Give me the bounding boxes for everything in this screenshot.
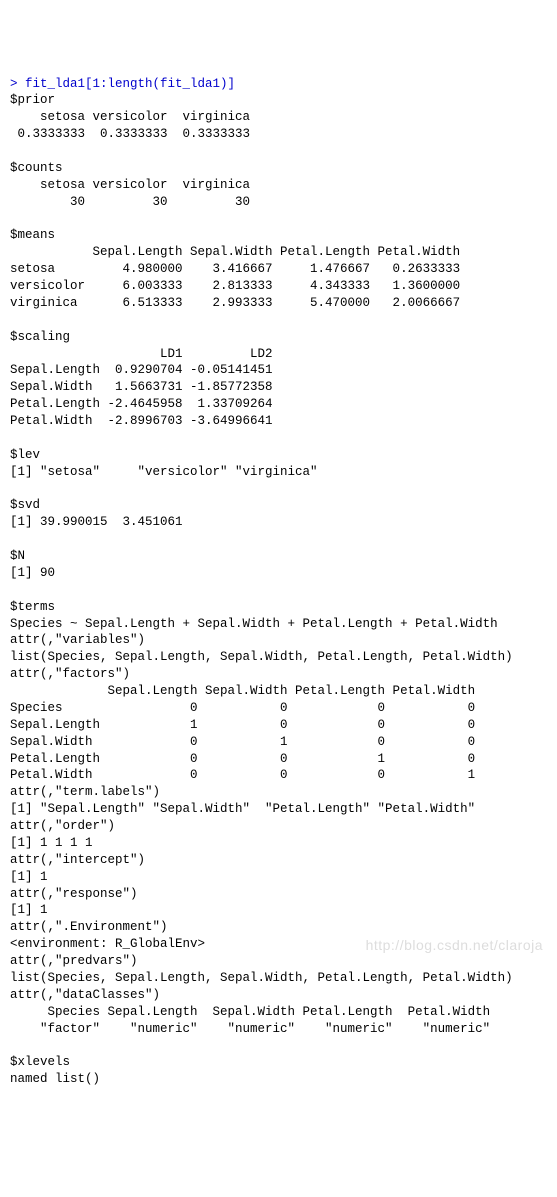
counts-cols: setosa versicolor virginica [10, 178, 250, 192]
terms-response-vals: [1] 1 [10, 903, 48, 917]
counts-header: $counts [10, 161, 63, 175]
terms-attr-variables: attr(,"variables") [10, 633, 145, 647]
scaling-row-sepal-length: Sepal.Length 0.9290704 -0.05141451 [10, 363, 273, 377]
n-vals: [1] 90 [10, 566, 55, 580]
r-command: > fit_lda1[1:length(fit_lda1)] [10, 77, 235, 91]
terms-factors-row-species: Species 0 0 0 0 [10, 701, 475, 715]
terms-environment-vals: <environment: R_GlobalEnv> [10, 937, 205, 951]
svd-header: $svd [10, 498, 40, 512]
terms-variables-list: list(Species, Sepal.Length, Sepal.Width,… [10, 650, 513, 664]
n-header: $N [10, 549, 25, 563]
terms-factors-row-sepal-length: Sepal.Length 1 0 0 0 [10, 718, 475, 732]
terms-attr-dataclasses: attr(,"dataClasses") [10, 988, 160, 1002]
scaling-row-sepal-width: Sepal.Width 1.5663731 -1.85772358 [10, 380, 273, 394]
watermark-text: http://blog.csdn.net/claroja [366, 936, 543, 955]
terms-intercept-vals: [1] 1 [10, 870, 48, 884]
terms-attr-order: attr(,"order") [10, 819, 115, 833]
terms-attr-intercept: attr(,"intercept") [10, 853, 145, 867]
terms-dataclasses-cols: Species Sepal.Length Sepal.Width Petal.L… [10, 1005, 490, 1019]
lev-header: $lev [10, 448, 40, 462]
xlevels-header: $xlevels [10, 1055, 70, 1069]
means-cols: Sepal.Length Sepal.Width Petal.Length Pe… [10, 245, 460, 259]
terms-factors-row-petal-length: Petal.Length 0 0 1 0 [10, 752, 475, 766]
terms-dataclasses-vals: "factor" "numeric" "numeric" "numeric" "… [10, 1022, 490, 1036]
means-row-versicolor: versicolor 6.003333 2.813333 4.343333 1.… [10, 279, 460, 293]
terms-factors-row-petal-width: Petal.Width 0 0 0 1 [10, 768, 475, 782]
terms-attr-environment: attr(,".Environment") [10, 920, 168, 934]
terms-order-vals: [1] 1 1 1 1 [10, 836, 93, 850]
terms-attr-factors: attr(,"factors") [10, 667, 130, 681]
terms-factors-row-sepal-width: Sepal.Width 0 1 0 0 [10, 735, 475, 749]
terms-attr-termlabels: attr(,"term.labels") [10, 785, 160, 799]
terms-attr-response: attr(,"response") [10, 887, 138, 901]
terms-factors-cols: Sepal.Length Sepal.Width Petal.Length Pe… [10, 684, 475, 698]
scaling-row-petal-length: Petal.Length -2.4645958 1.33709264 [10, 397, 273, 411]
terms-header: $terms [10, 600, 55, 614]
prior-vals: 0.3333333 0.3333333 0.3333333 [10, 127, 250, 141]
scaling-header: $scaling [10, 330, 70, 344]
terms-attr-predvars: attr(,"predvars") [10, 954, 138, 968]
scaling-row-petal-width: Petal.Width -2.8996703 -3.64996641 [10, 414, 273, 428]
means-row-setosa: setosa 4.980000 3.416667 1.476667 0.2633… [10, 262, 460, 276]
terms-formula: Species ~ Sepal.Length + Sepal.Width + P… [10, 617, 498, 631]
scaling-cols: LD1 LD2 [10, 347, 273, 361]
prior-cols: setosa versicolor virginica [10, 110, 250, 124]
lev-vals: [1] "setosa" "versicolor" "virginica" [10, 465, 318, 479]
terms-predvars-list: list(Species, Sepal.Length, Sepal.Width,… [10, 971, 513, 985]
svd-vals: [1] 39.990015 3.451061 [10, 515, 183, 529]
counts-vals: 30 30 30 [10, 195, 250, 209]
prior-header: $prior [10, 93, 55, 107]
terms-termlabels-vals: [1] "Sepal.Length" "Sepal.Width" "Petal.… [10, 802, 475, 816]
means-header: $means [10, 228, 55, 242]
means-row-virginica: virginica 6.513333 2.993333 5.470000 2.0… [10, 296, 460, 310]
xlevels-vals: named list() [10, 1072, 100, 1086]
